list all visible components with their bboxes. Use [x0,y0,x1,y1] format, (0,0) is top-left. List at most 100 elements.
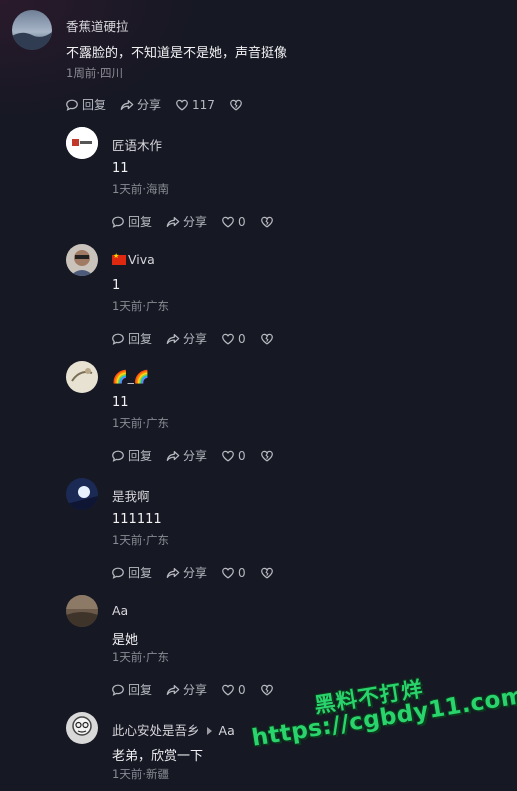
heart-icon [222,684,234,696]
reply-comment: 是我啊 111111 1天前·广东 回复 分享 0 [0,468,517,585]
comment-bubble-icon [112,684,124,696]
reply-meta: 1天前·广东 [112,650,169,664]
avatar[interactable] [66,127,98,159]
like-count: 0 [238,331,246,346]
like-count: 0 [238,565,246,580]
dislike-button[interactable] [260,683,274,697]
comment-username[interactable]: 香蕉道硬拉 [66,16,129,35]
like-button[interactable]: 0 [221,449,246,463]
reply-meta: 1天前·海南 [112,182,169,196]
reply-label: 回复 [128,449,153,463]
reply-comment: 🌈_🌈 11 1天前·广东 回复 分享 0 [0,351,517,468]
avatar[interactable] [66,244,98,276]
reply-username[interactable]: Aa [112,603,128,618]
like-button[interactable]: 0 [221,215,246,229]
share-label: 分享 [183,449,208,463]
reply-text: 11 [112,395,129,410]
reply-label: 回复 [128,332,153,346]
reply-text: 111111 [112,512,162,527]
like-count: 0 [238,214,246,229]
reply-to-arrow-icon [206,727,212,735]
share-arrow-icon [166,333,180,344]
share-button[interactable]: 分享 [166,564,207,581]
comment-meta: 1周前·四川 [66,66,123,80]
comment-bubble-icon [112,567,124,579]
share-label: 分享 [183,332,208,346]
reply-label: 回复 [128,683,153,697]
reply-button[interactable]: 回复 [111,447,152,464]
comment-bubble-icon [112,333,124,345]
heart-icon [222,216,234,228]
dislike-button[interactable] [260,449,274,463]
reply-actions: 回复 分享 0 [111,681,288,698]
like-button[interactable]: 0 [221,332,246,346]
comment-actions: 回复 分享 117 [65,96,257,113]
reply-comment: Viva 1 1天前·广东 回复 分享 0 [0,234,517,351]
reply-text: 老弟，欣赏一下 [112,749,204,764]
reply-username[interactable]: 🌈_🌈 [112,369,149,385]
share-button[interactable]: 分享 [166,681,207,698]
broken-heart-icon [260,333,273,345]
dislike-button[interactable] [260,215,274,229]
reply-button[interactable]: 回复 [65,96,106,113]
reply-actions: 回复 分享 0 [111,213,288,230]
avatar[interactable] [66,478,98,510]
heart-icon [222,450,234,462]
like-button[interactable]: 117 [175,98,215,112]
share-label: 分享 [183,566,208,580]
reply-label: 回复 [128,566,153,580]
share-arrow-icon [166,684,180,695]
avatar[interactable] [66,361,98,393]
reply-actions: 回复 分享 0 [111,564,288,581]
reply-username[interactable]: 匠语木作 [112,135,162,154]
heart-icon [222,567,234,579]
reply-username: Viva [128,252,155,267]
reply-username[interactable]: 是我啊 [112,486,150,505]
reply-text: 1 [112,278,121,293]
reply-button[interactable]: 回复 [111,330,152,347]
dislike-button[interactable] [260,566,274,580]
comment-bubble-icon [66,99,78,111]
broken-heart-icon [260,684,273,696]
comment-text: 不露脸的，不知道是不是她，声音挺像 [66,46,288,61]
avatar[interactable] [66,712,98,744]
comment-bubble-icon [112,216,124,228]
share-arrow-icon [120,99,134,110]
share-label: 分享 [183,683,208,697]
heart-icon [176,99,188,111]
reply-text: 11 [112,161,129,176]
share-label: 分享 [183,215,208,229]
reply-meta: 1天前·新疆 [112,767,169,781]
share-button[interactable]: 分享 [166,213,207,230]
reply-meta: 1天前·广东 [112,416,169,430]
reply-username-wrap[interactable]: Viva [112,252,155,267]
heart-icon [222,333,234,345]
reply-button[interactable]: 回复 [111,213,152,230]
avatar[interactable] [12,10,52,50]
china-flag-icon [112,252,126,265]
reply-meta: 1天前·广东 [112,533,169,547]
share-button[interactable]: 分享 [166,447,207,464]
reply-username[interactable]: 此心安处是吾乡 [112,723,200,738]
like-button[interactable]: 0 [221,683,246,697]
reply-button[interactable]: 回复 [111,564,152,581]
avatar[interactable] [66,595,98,627]
dislike-button[interactable] [260,332,274,346]
like-count: 0 [238,682,246,697]
share-button[interactable]: 分享 [166,330,207,347]
share-label: 分享 [137,98,162,112]
reply-label: 回复 [128,215,153,229]
reply-text: 是她 [112,633,139,648]
reply-label: 回复 [82,98,107,112]
like-button[interactable]: 0 [221,566,246,580]
dislike-button[interactable] [229,98,243,112]
reply-comment: 匠语木作 11 1天前·海南 回复 分享 0 [0,117,517,234]
reply-comment: Aa 是她 1天前·广东 回复 分享 0 [0,585,517,702]
reply-button[interactable]: 回复 [111,681,152,698]
broken-heart-icon [260,450,273,462]
reply-actions: 回复 分享 0 [111,447,288,464]
share-button[interactable]: 分享 [120,96,161,113]
reply-to-username[interactable]: Aa [219,723,235,738]
reply-actions: 回复 分享 0 [111,330,288,347]
comment-bubble-icon [112,450,124,462]
